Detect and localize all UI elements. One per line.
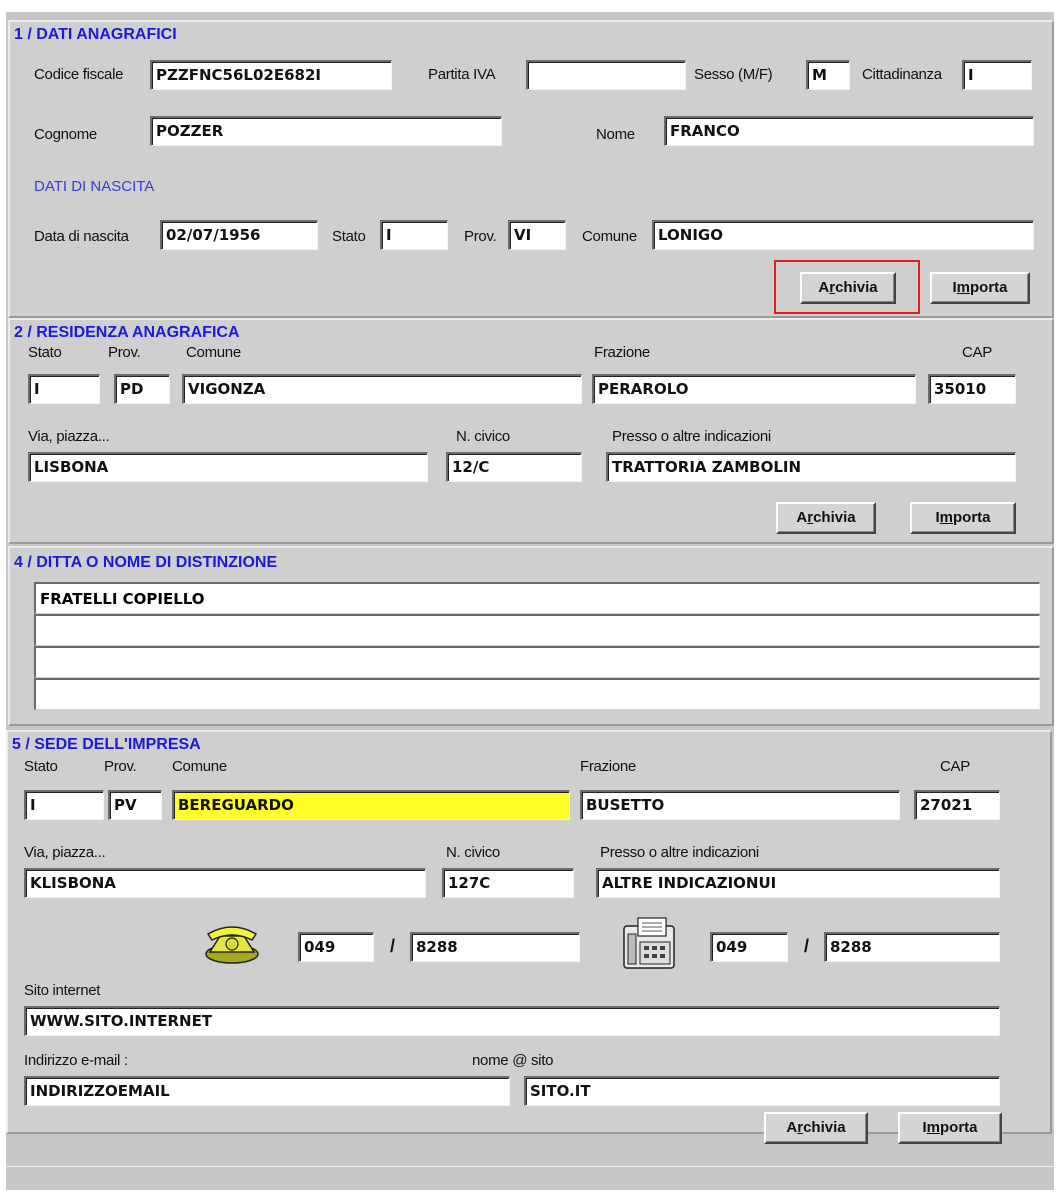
importa-button[interactable]: Importa	[930, 272, 1030, 304]
cap-field[interactable]: 27021	[914, 790, 1000, 820]
cap-field[interactable]: 35010	[928, 374, 1016, 404]
fax-separator: /	[804, 936, 810, 956]
section-title: 4 / DITTA O NOME DI DISTINZIONE	[14, 554, 278, 571]
codice-fiscale-field[interactable]: PZZFNC56L02E682I	[150, 60, 392, 90]
data-nascita-label: Data di nascita	[34, 228, 129, 245]
via-field[interactable]: KLISBONA	[24, 868, 426, 898]
importa-button[interactable]: Importa	[910, 502, 1016, 534]
section-dati-anagrafici: 1 / DATI ANAGRAFICI Codice fiscale PZZFN…	[8, 20, 1054, 318]
cap-label: CAP	[962, 344, 992, 361]
section-title: 2 / RESIDENZA ANAGRAFICA	[14, 324, 240, 341]
archivia-button[interactable]: Archivia	[764, 1112, 868, 1144]
prov-field[interactable]: PD	[114, 374, 170, 404]
frazione-label: Frazione	[580, 758, 636, 775]
sito-internet-label: Sito internet	[24, 982, 101, 999]
civico-field[interactable]: 12/C	[446, 452, 582, 482]
fax-icon	[620, 916, 678, 972]
email-user-field[interactable]: INDIRIZZOEMAIL	[24, 1076, 510, 1106]
comune-field[interactable]: VIGONZA	[182, 374, 582, 404]
via-field[interactable]: LISBONA	[28, 452, 428, 482]
civico-label: N. civico	[456, 428, 510, 445]
fax-prefix-field[interactable]: 049	[710, 932, 788, 962]
ditta-row[interactable]	[34, 646, 1040, 678]
stato-nascita-field[interactable]: I	[380, 220, 448, 250]
nome-label: Nome	[596, 126, 635, 143]
archivia-button[interactable]: Archivia	[776, 502, 876, 534]
fax-number-field[interactable]: 8288	[824, 932, 1000, 962]
section-title: 5 / SEDE DELL'IMPRESA	[12, 736, 201, 753]
ditta-row[interactable]	[34, 614, 1040, 646]
comune-label: Comune	[172, 758, 227, 775]
ditta-row[interactable]: FRATELLI COPIELLO	[34, 582, 1040, 614]
presso-label: Presso o altre indicazioni	[612, 428, 771, 445]
cittadinanza-field[interactable]: I	[962, 60, 1032, 90]
codice-fiscale-label: Codice fiscale	[34, 66, 124, 83]
archivia-button[interactable]: Archivia	[800, 272, 896, 304]
stato-label: Stato	[28, 344, 62, 361]
partita-iva-field[interactable]	[526, 60, 686, 90]
section-sede-impresa: 5 / SEDE DELL'IMPRESA Stato Prov. Comune…	[6, 730, 1052, 1144]
cognome-label: Cognome	[34, 126, 97, 143]
civico-field[interactable]: 127C	[442, 868, 574, 898]
tel-separator: /	[390, 936, 396, 956]
presso-label: Presso o altre indicazioni	[600, 844, 759, 861]
cap-label: CAP	[940, 758, 970, 775]
prov-field[interactable]: PV	[108, 790, 162, 820]
via-label: Via, piazza...	[24, 844, 106, 861]
stato-label: Stato	[24, 758, 58, 775]
status-bar	[6, 1166, 1054, 1190]
email-hint: nome @ sito	[472, 1052, 554, 1069]
section-ditta-nome-distinzione: 4 / DITTA O NOME DI DISTINZIONE FRATELLI…	[8, 546, 1054, 726]
telephone-icon	[202, 918, 262, 966]
frazione-field[interactable]: PERAROLO	[592, 374, 916, 404]
stato-nascita-label: Stato	[332, 228, 366, 245]
prov-nascita-label: Prov.	[464, 228, 497, 245]
civico-label: N. civico	[446, 844, 500, 861]
prov-label: Prov.	[108, 344, 141, 361]
tel-number-field[interactable]: 8288	[410, 932, 580, 962]
prov-label: Prov.	[104, 758, 137, 775]
sesso-label: Sesso (M/F)	[694, 66, 773, 83]
comune-nascita-label: Comune	[582, 228, 637, 245]
sito-internet-field[interactable]: WWW.SITO.INTERNET	[24, 1006, 1000, 1036]
via-label: Via, piazza...	[28, 428, 110, 445]
stato-field[interactable]: I	[24, 790, 104, 820]
ditta-row[interactable]	[34, 678, 1040, 710]
section-residenza-anagrafica: 2 / RESIDENZA ANAGRAFICA Stato Prov. Com…	[8, 318, 1054, 544]
email-label: Indirizzo e-mail :	[24, 1052, 128, 1069]
importa-button[interactable]: Importa	[898, 1112, 1002, 1144]
cognome-field[interactable]: POZZER	[150, 116, 502, 146]
partita-iva-label: Partita IVA	[428, 66, 496, 83]
stato-field[interactable]: I	[28, 374, 100, 404]
cittadinanza-label: Cittadinanza	[862, 66, 942, 83]
comune-label: Comune	[186, 344, 241, 361]
presso-field[interactable]: ALTRE INDICAZIONUI	[596, 868, 1000, 898]
presso-field[interactable]: TRATTORIA ZAMBOLIN	[606, 452, 1016, 482]
section-title: 1 / DATI ANAGRAFICI	[14, 26, 177, 43]
dati-nascita-heading: DATI DI NASCITA	[34, 178, 155, 195]
frazione-label: Frazione	[594, 344, 650, 361]
nome-field[interactable]: FRANCO	[664, 116, 1034, 146]
sesso-field[interactable]: M	[806, 60, 850, 90]
comune-nascita-field[interactable]: LONIGO	[652, 220, 1034, 250]
email-domain-field[interactable]: SITO.IT	[524, 1076, 1000, 1106]
frazione-field[interactable]: BUSETTO	[580, 790, 900, 820]
prov-nascita-field[interactable]: VI	[508, 220, 566, 250]
ditta-rows: FRATELLI COPIELLO	[34, 582, 1040, 710]
tel-prefix-field[interactable]: 049	[298, 932, 374, 962]
comune-field[interactable]: BEREGUARDO	[172, 790, 570, 820]
data-nascita-field[interactable]: 02/07/1956	[160, 220, 318, 250]
